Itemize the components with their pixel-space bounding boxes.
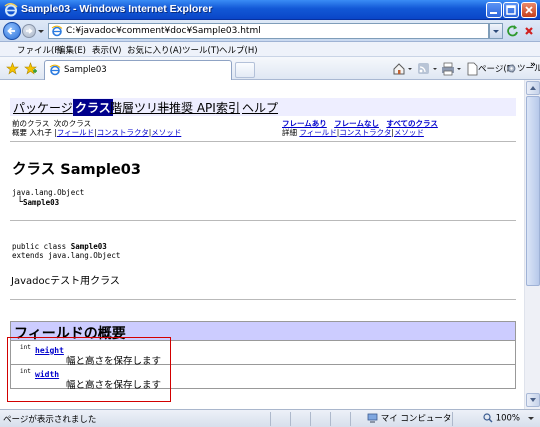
vertical-scrollbar[interactable]	[524, 80, 540, 409]
divider	[10, 299, 516, 300]
maximize-button[interactable]	[503, 2, 519, 18]
tab-sample03[interactable]: Sample03	[44, 60, 232, 80]
chevron-down-icon	[527, 417, 534, 420]
back-arrow-icon	[7, 27, 15, 35]
tab-label: Sample03	[64, 65, 107, 75]
home-icon	[393, 63, 412, 75]
hierarchy-parent: java.lang.Object	[12, 188, 85, 197]
nav-deprecated[interactable]: 非推奨 API	[157, 99, 216, 116]
address-bar: C:¥javadoc¥comment¥doc¥Sample03.html	[0, 20, 540, 42]
hierarchy-child: └Sample03	[17, 197, 59, 208]
tools-menu-label: ツール(O)	[517, 64, 540, 74]
nav-help[interactable]: ヘルプ	[242, 99, 278, 116]
feeds-button[interactable]	[417, 62, 439, 76]
print-button[interactable]	[441, 62, 463, 76]
page-content: パッケージ クラス 階層ツリー 非推奨 API 索引 ヘルプ 前のクラス 次のク…	[0, 80, 524, 409]
menu-tools[interactable]: ツール(T)	[182, 44, 219, 56]
add-favorite-icon[interactable]	[24, 62, 37, 75]
javadoc-nav-bar: パッケージ クラス 階層ツリー 非推奨 API 索引 ヘルプ	[10, 98, 516, 116]
subnav-detail: 詳細 フィールド|コンストラクタ|メソッド	[282, 127, 424, 138]
class-extends: extends java.lang.Object	[12, 251, 121, 260]
divider	[10, 220, 516, 221]
zoom-level: 100%	[495, 413, 521, 424]
summary-label: 概要	[12, 128, 27, 137]
ie-page-icon	[51, 25, 63, 37]
back-button[interactable]	[3, 22, 21, 40]
computer-icon	[367, 413, 378, 423]
status-divider	[350, 412, 351, 426]
print-icon	[442, 62, 461, 76]
tab-bar: Sample03 ページ(P)	[0, 57, 540, 80]
divider	[10, 141, 516, 142]
status-divider	[452, 412, 453, 426]
recent-pages-dropdown-icon[interactable]	[37, 24, 45, 38]
forward-arrow-icon	[26, 28, 33, 34]
nav-class: クラス	[73, 99, 113, 116]
scroll-up-button[interactable]	[526, 81, 540, 95]
close-icon	[525, 6, 533, 14]
close-window-button[interactable]	[521, 2, 537, 18]
status-divider	[330, 412, 331, 426]
security-zone-label: マイ コンピュータ	[380, 414, 452, 424]
scroll-down-button[interactable]	[526, 393, 540, 407]
title-bar: Sample03 - Windows Internet Explorer	[0, 0, 540, 20]
favorites-star-icon[interactable]	[6, 62, 19, 75]
refresh-icon[interactable]	[506, 23, 520, 39]
arrow-up-icon	[530, 86, 536, 90]
ie-page-icon	[49, 64, 61, 76]
minimize-button[interactable]	[486, 2, 502, 18]
highlight-box	[7, 337, 171, 402]
gear-icon	[507, 64, 516, 73]
detail-constructor-link[interactable]: コンストラクタ	[339, 128, 391, 137]
hierarchy-class-name: Sample03	[23, 198, 60, 207]
security-zone: マイ コンピュータ	[367, 412, 451, 424]
chevron-down-icon	[493, 30, 499, 33]
status-divider	[270, 412, 271, 426]
new-tab-button[interactable]	[235, 62, 255, 78]
address-field[interactable]: C:¥javadoc¥comment¥doc¥Sample03.html	[48, 23, 489, 39]
window-title: Sample03 - Windows Internet Explorer	[21, 3, 213, 15]
status-text: ページが表示されました	[3, 415, 97, 425]
toolbar-overflow-button[interactable]: »	[530, 60, 536, 70]
scroll-thumb[interactable]	[526, 96, 540, 286]
maximize-icon	[506, 5, 516, 15]
class-declaration: public class Sample03	[12, 242, 107, 251]
menu-view[interactable]: 表示(V)	[92, 44, 121, 56]
menu-file[interactable]: ファイル(F)	[17, 44, 63, 56]
minimize-icon	[490, 12, 497, 14]
summary-field-link[interactable]: フィールド	[57, 128, 94, 137]
status-bar: ページが表示されました マイ コンピュータ 100%	[0, 409, 540, 427]
menu-bar: ファイル(F) 編集(E) 表示(V) お気に入り(A) ツール(T) ヘルプ(…	[0, 42, 540, 57]
nav-index[interactable]: 索引	[216, 99, 240, 116]
decl-prefix: public class	[12, 242, 71, 251]
decl-class-name: Sample03	[70, 242, 107, 251]
class-title: クラス Sample03	[12, 162, 141, 178]
stop-icon[interactable]	[522, 23, 536, 39]
home-button[interactable]	[392, 62, 414, 76]
nav-package[interactable]: パッケージ	[13, 99, 73, 116]
summary-nested: 入れ子	[29, 128, 52, 137]
page-icon	[467, 62, 478, 76]
summary-method-link[interactable]: メソッド	[151, 128, 181, 137]
forward-button[interactable]	[22, 24, 36, 38]
class-description: Javadocテスト用クラス	[11, 276, 120, 287]
detail-method-link[interactable]: メソッド	[394, 128, 424, 137]
zoom-icon	[483, 413, 493, 423]
menu-favorites[interactable]: お気に入り(A)	[127, 44, 182, 56]
summary-constructor-link[interactable]: コンストラクタ	[97, 128, 149, 137]
address-dropdown-button[interactable]	[489, 23, 503, 39]
detail-label: 詳細	[282, 128, 297, 137]
address-url: C:¥javadoc¥comment¥doc¥Sample03.html	[66, 26, 261, 36]
ie-logo-icon	[4, 3, 18, 17]
status-divider	[310, 412, 311, 426]
arrow-down-icon	[530, 398, 536, 402]
zoom-control[interactable]: 100%	[483, 413, 535, 424]
detail-field-link[interactable]: フィールド	[299, 128, 336, 137]
menu-edit[interactable]: 編集(E)	[57, 44, 86, 56]
subnav-summary: 概要 入れ子 |フィールド|コンストラクタ|メソッド	[12, 127, 181, 138]
status-divider	[290, 412, 291, 426]
feed-icon	[418, 63, 437, 74]
menu-help[interactable]: ヘルプ(H)	[219, 44, 258, 56]
